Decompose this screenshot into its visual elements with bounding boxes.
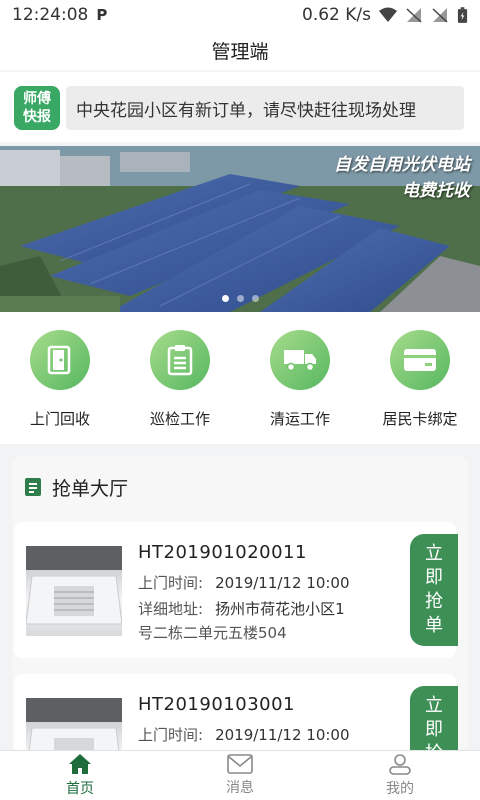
carousel-indicator: [0, 295, 480, 302]
status-time: 12:24:08: [12, 5, 89, 25]
card-icon: [390, 330, 450, 390]
notice-badge: 师傅 快报: [14, 86, 60, 130]
network-speed: 0.62 K/s: [302, 5, 371, 25]
menu-item-resident-card[interactable]: 居民卡绑定: [365, 330, 475, 444]
order-visit-time: 上门时间: 2019/11/12 10:00: [138, 726, 350, 744]
air-conditioner-image: [26, 698, 122, 751]
notice-text[interactable]: 中央花园小区有新订单，请尽快赶往现场处理: [66, 86, 464, 130]
wifi-icon: [379, 7, 397, 22]
home-icon: [69, 754, 91, 774]
grab-button-char: 立: [425, 543, 443, 564]
order-id: HT201901020011: [138, 542, 307, 563]
page-title: 管理端: [0, 30, 480, 70]
order-card[interactable]: HT20190103001 上门时间:2019/11/12 10:00 立即抢单: [14, 674, 458, 751]
notification-app-icon: P: [96, 6, 108, 24]
order-address: 详细地址: 扬州市荷花池小区1: [138, 600, 345, 618]
no-signal-icon: [406, 8, 422, 23]
order-address-line2: 号二栋二单元五楼504: [138, 624, 287, 642]
air-conditioner-image: [26, 546, 122, 636]
tab-mine[interactable]: 我的: [320, 751, 480, 800]
grab-order-button[interactable]: 立即抢单: [410, 686, 458, 751]
function-menu: 上门回收 巡检工作 清运工作 居民卡绑定: [0, 312, 480, 444]
banner-caption: 自发自用光伏电站 电费托收: [334, 155, 470, 201]
menu-item-transport[interactable]: 清运工作: [245, 330, 355, 444]
status-bar: 12:24:08 P 0.62 K/s: [0, 0, 480, 30]
carousel-dot[interactable]: [251, 295, 259, 302]
clipboard-icon: [150, 330, 210, 390]
grab-button-char: 单: [425, 615, 443, 636]
tab-messages[interactable]: 消息: [160, 751, 320, 800]
order-hall-title: 抢单大厅: [52, 477, 129, 500]
menu-item-inspection[interactable]: 巡检工作: [125, 330, 235, 444]
notice-bar[interactable]: 师傅 快报 中央花园小区有新订单，请尽快赶往现场处理: [0, 72, 480, 142]
user-icon: [389, 754, 411, 775]
banner-carousel[interactable]: 自发自用光伏电站 电费托收: [0, 146, 480, 312]
grab-button-char: 抢: [425, 591, 443, 612]
carousel-dot[interactable]: [221, 295, 229, 302]
grab-button-char: 即: [425, 567, 443, 588]
door-icon: [30, 330, 90, 390]
tab-home[interactable]: 首页: [0, 751, 160, 800]
truck-icon: [270, 330, 330, 390]
menu-item-door-recycle[interactable]: 上门回收: [5, 330, 115, 444]
order-visit-time: 上门时间: 2019/11/12 10:00: [138, 574, 350, 592]
order-card[interactable]: HT201901020011 上门时间: 2019/11/12 10:00 详细地…: [14, 522, 458, 658]
document-icon: [25, 478, 41, 496]
grab-order-button[interactable]: 立即抢单: [410, 534, 458, 646]
bottom-tab-bar: 首页 消息 我的: [0, 750, 480, 800]
battery-icon: [457, 6, 468, 23]
order-id: HT20190103001: [138, 694, 296, 715]
order-hall-header: 抢单大厅: [12, 456, 468, 518]
no-signal-icon-2: [432, 8, 448, 23]
mail-icon: [227, 754, 253, 774]
grab-button-char: 即: [425, 719, 443, 740]
order-hall: 抢单大厅 HT201901020011 上门时间: 2019/11/12 10:0…: [12, 456, 468, 751]
grab-button-char: 立: [425, 695, 443, 716]
carousel-dot[interactable]: [236, 295, 244, 302]
